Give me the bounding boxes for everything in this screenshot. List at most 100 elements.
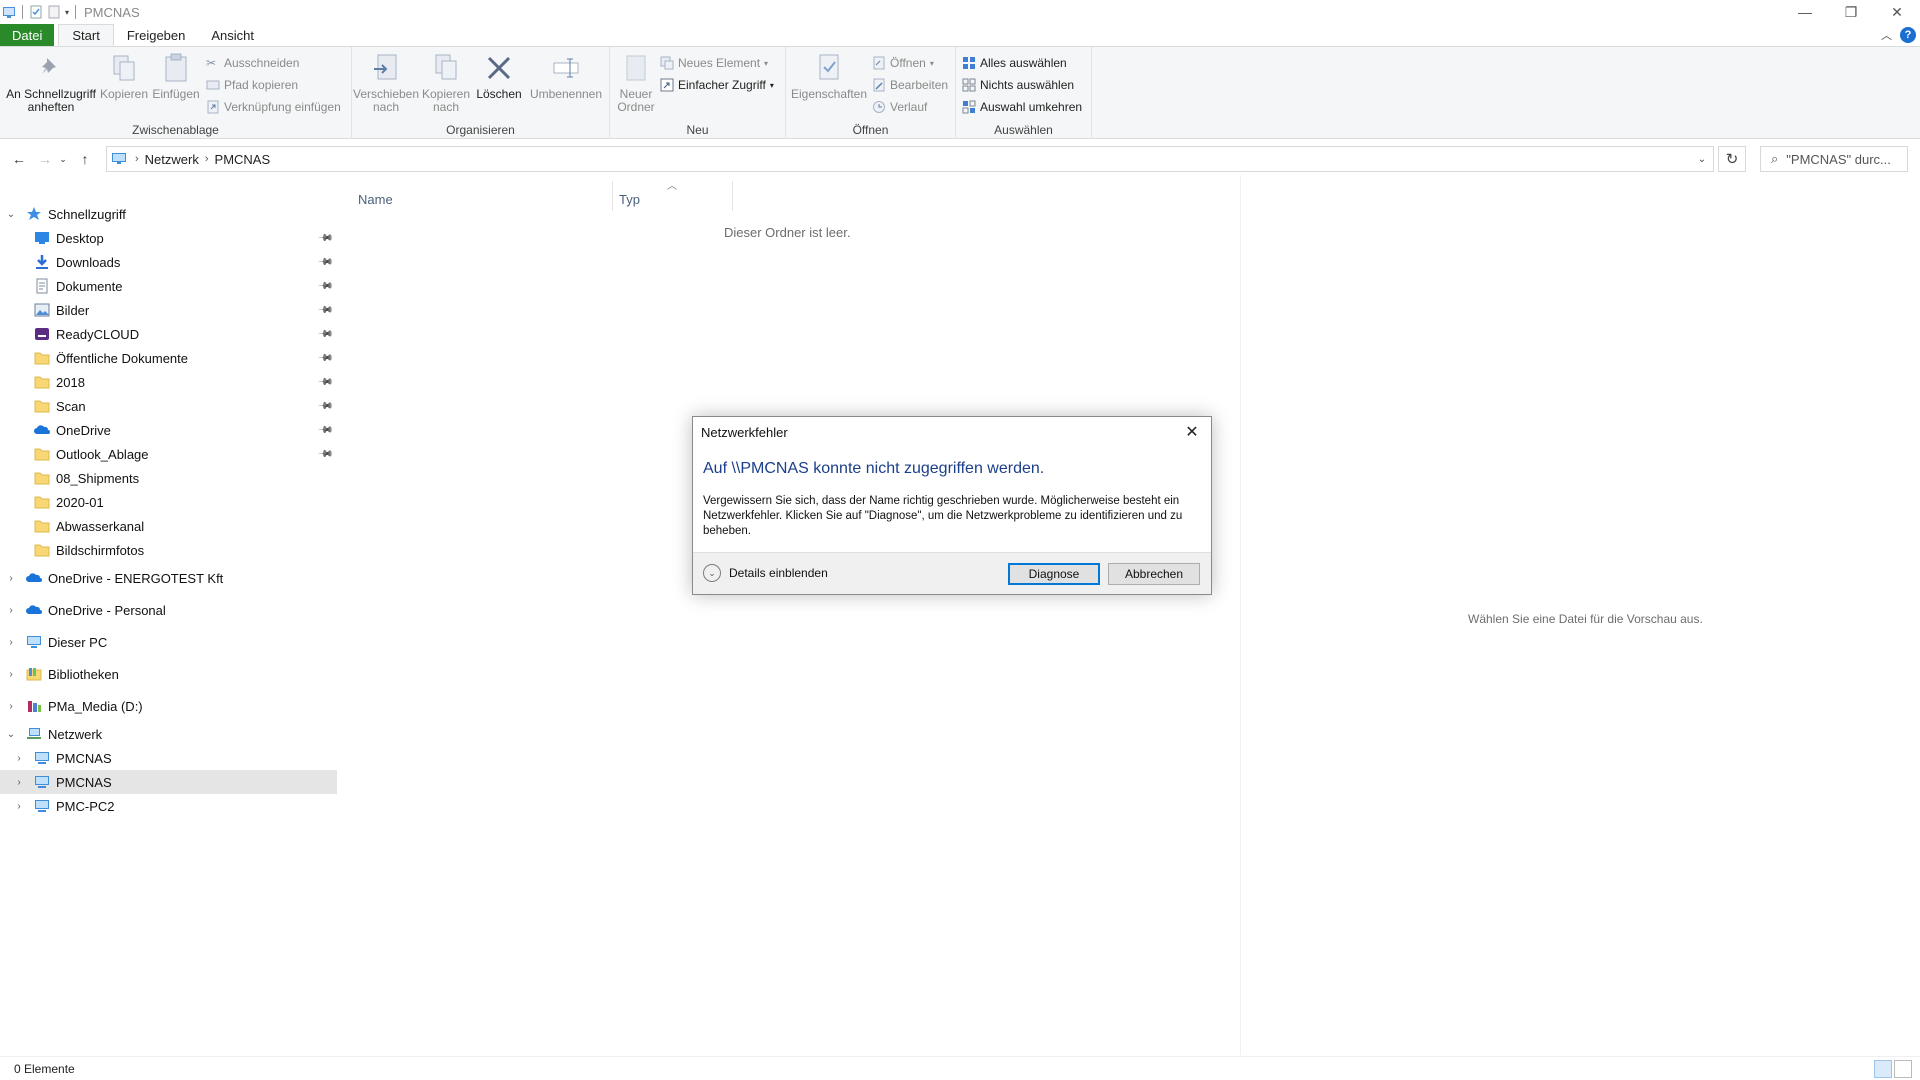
copy-path-button[interactable]: Pfad kopieren: [206, 76, 298, 94]
chevron-right-icon[interactable]: ›: [12, 801, 26, 812]
minimize-button[interactable]: —: [1782, 0, 1828, 24]
easy-access-button[interactable]: Einfacher Zugriff ▾: [660, 76, 774, 94]
cancel-button[interactable]: Abbrechen: [1108, 563, 1200, 585]
invert-selection-button[interactable]: Auswahl umkehren: [962, 98, 1082, 116]
address-bar[interactable]: › Netzwerk › PMCNAS ⌄: [106, 146, 1714, 172]
chevron-right-icon[interactable]: ›: [4, 669, 18, 680]
breadcrumb-pmcnas[interactable]: PMCNAS: [215, 152, 271, 167]
maximize-button[interactable]: ❐: [1828, 0, 1874, 24]
sidebar-item-quick[interactable]: Dokumente 📌: [0, 274, 337, 298]
collapse-ribbon-icon[interactable]: ︿: [1881, 27, 1892, 43]
sidebar-item-quick[interactable]: Desktop 📌: [0, 226, 337, 250]
history-button[interactable]: Verlauf: [872, 98, 927, 116]
pin-icon[interactable]: 📌: [316, 230, 333, 247]
paste-shortcut-button[interactable]: Verknüpfung einfügen: [206, 98, 341, 116]
pin-icon[interactable]: 📌: [316, 254, 333, 271]
back-button[interactable]: ←: [8, 147, 30, 171]
chevron-right-icon[interactable]: ›: [4, 573, 18, 584]
properties-button[interactable]: Eigenschaften: [790, 51, 868, 101]
new-item-button[interactable]: Neues Element ▾: [660, 54, 768, 72]
pin-icon[interactable]: 📌: [316, 326, 333, 343]
pin-icon[interactable]: 📌: [316, 398, 333, 415]
column-separator[interactable]: [612, 181, 613, 211]
sidebar-item-root[interactable]: › OneDrive - Personal: [0, 598, 337, 622]
sidebar-item-quick[interactable]: 08_Shipments: [0, 466, 337, 490]
copy-to-button[interactable]: Kopieren nach: [420, 51, 472, 114]
sidebar-item-quick[interactable]: Bildschirmfotos: [0, 538, 337, 562]
select-all-button[interactable]: Alles auswählen: [962, 54, 1067, 72]
sidebar-item-quick[interactable]: 2020-01: [0, 490, 337, 514]
open-button[interactable]: Öffnen ▾: [872, 54, 934, 72]
sidebar-item-quick[interactable]: Scan 📌: [0, 394, 337, 418]
select-none-button[interactable]: Nichts auswählen: [962, 76, 1074, 94]
column-separator[interactable]: [732, 181, 733, 211]
edit-button[interactable]: Bearbeiten: [872, 76, 948, 94]
chevron-right-icon[interactable]: ›: [4, 637, 18, 648]
copy-button[interactable]: Kopieren: [98, 51, 150, 101]
chevron-right-icon[interactable]: ›: [12, 753, 26, 764]
recent-locations-button[interactable]: ⌄: [56, 147, 70, 171]
column-header-name[interactable]: Name: [358, 187, 393, 211]
tree-network[interactable]: ⌄ Netzwerk: [0, 722, 337, 746]
pin-icon[interactable]: 📌: [316, 302, 333, 319]
column-header-type[interactable]: Typ: [619, 187, 640, 211]
sidebar-item-quick[interactable]: Abwasserkanal: [0, 514, 337, 538]
sidebar-item-root[interactable]: › Dieser PC: [0, 630, 337, 654]
address-history-dropdown[interactable]: ⌄: [1691, 147, 1713, 171]
cut-button[interactable]: ✂ Ausschneiden: [206, 54, 299, 72]
properties-icon[interactable]: [29, 5, 43, 19]
sidebar-item-quick[interactable]: OneDrive 📌: [0, 418, 337, 442]
rename-button[interactable]: Umbenennen: [528, 51, 604, 101]
move-to-button[interactable]: Verschieben nach: [353, 51, 419, 114]
chevron-right-icon[interactable]: ›: [4, 605, 18, 616]
pin-icon[interactable]: 📌: [316, 374, 333, 391]
sidebar-item-quick[interactable]: ReadyCLOUD 📌: [0, 322, 337, 346]
sidebar-item-root[interactable]: › OneDrive - ENERGOTEST Kft: [0, 566, 337, 590]
chevron-expanded-icon[interactable]: ⌄: [4, 209, 18, 220]
customize-toolbar-icon[interactable]: ▾: [65, 8, 69, 17]
pin-quick-access-button[interactable]: An Schnellzugriff anheften: [6, 51, 96, 114]
breadcrumb-chevron-icon[interactable]: ›: [135, 153, 139, 165]
sidebar-item-network[interactable]: › PMCNAS: [0, 770, 337, 794]
show-details-toggle[interactable]: ⌄ Details einblenden: [703, 564, 828, 582]
delete-button[interactable]: Löschen: [474, 51, 524, 101]
pin-icon[interactable]: 📌: [316, 446, 333, 463]
details-view-button[interactable]: [1874, 1060, 1892, 1078]
chevron-expanded-icon[interactable]: ⌄: [4, 729, 18, 740]
tab-file[interactable]: Datei: [0, 24, 55, 46]
pin-icon[interactable]: 📌: [316, 422, 333, 439]
refresh-button[interactable]: ↻: [1718, 146, 1746, 172]
sidebar-item-quick[interactable]: Outlook_Ablage 📌: [0, 442, 337, 466]
pin-icon[interactable]: 📌: [316, 278, 333, 295]
sidebar-item-root[interactable]: › PMa_Media (D:): [0, 694, 337, 718]
sidebar-item-network[interactable]: › PMC-PC2: [0, 794, 337, 818]
tab-view[interactable]: Ansicht: [198, 24, 267, 46]
breadcrumb-chevron-icon[interactable]: ›: [205, 153, 209, 165]
paste-button[interactable]: Einfügen: [150, 51, 202, 101]
search-box[interactable]: ⌕ "PMCNAS" durc...: [1760, 146, 1908, 172]
tree-quick-access[interactable]: ⌄ Schnellzugriff: [0, 202, 337, 226]
explorer-window-icon[interactable]: [2, 5, 16, 19]
new-folder-icon[interactable]: [47, 5, 61, 19]
sidebar-item-quick[interactable]: Downloads 📌: [0, 250, 337, 274]
new-folder-button[interactable]: Neuer Ordner: [614, 51, 658, 114]
sidebar-item-quick[interactable]: Öffentliche Dokumente 📌: [0, 346, 337, 370]
sidebar-item-network[interactable]: › PMCNAS: [0, 746, 337, 770]
breadcrumb-network[interactable]: Netzwerk: [145, 152, 199, 167]
close-window-button[interactable]: ✕: [1874, 0, 1920, 24]
forward-button[interactable]: →: [34, 147, 56, 171]
up-button[interactable]: ↑: [74, 147, 96, 171]
sidebar-item-quick[interactable]: 2018 📌: [0, 370, 337, 394]
sidebar-item-quick[interactable]: Bilder 📌: [0, 298, 337, 322]
diagnose-button[interactable]: Diagnose: [1008, 563, 1100, 585]
help-icon[interactable]: ?: [1900, 27, 1916, 43]
chevron-right-icon[interactable]: ›: [4, 701, 18, 712]
chevron-right-icon[interactable]: ›: [12, 777, 26, 788]
pin-icon[interactable]: 📌: [316, 350, 333, 367]
dialog-close-button[interactable]: ✕: [1181, 421, 1203, 443]
tab-start[interactable]: Start: [58, 24, 114, 46]
file-list[interactable]: Name Typ ︿ Dieser Ordner ist leer.: [340, 175, 1240, 1055]
tab-share[interactable]: Freigeben: [114, 24, 199, 46]
sidebar-item-root[interactable]: › Bibliotheken: [0, 662, 337, 686]
large-icons-view-button[interactable]: [1894, 1060, 1912, 1078]
